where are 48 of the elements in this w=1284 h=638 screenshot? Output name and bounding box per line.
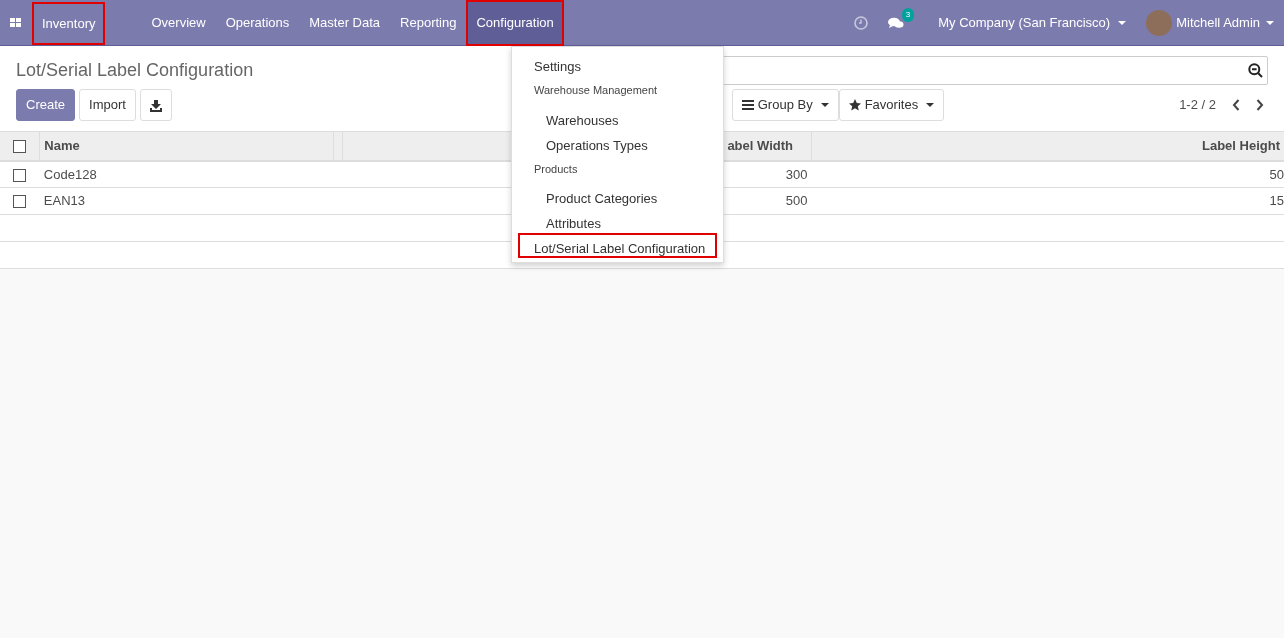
menu-item[interactable]: Lot/Serial Label Configuration: [518, 233, 717, 258]
table-cell: 15: [1269, 193, 1284, 209]
pager-range: 1-2 / 2: [1179, 96, 1216, 114]
download-button[interactable]: [139, 89, 172, 121]
column-header[interactable]: Name: [44, 137, 80, 153]
table-cell: EAN13: [43, 193, 86, 209]
menu-item[interactable]: Warehouses: [518, 104, 717, 130]
row-checkbox[interactable]: [13, 195, 27, 209]
table-cell: 300: [785, 166, 808, 182]
search-icon[interactable]: [1248, 63, 1263, 78]
message-count-badge: 3: [901, 7, 915, 22]
nav-menu-item[interactable]: Reporting: [390, 0, 467, 46]
nav-menu-item[interactable]: Configuration: [466, 0, 564, 46]
nav-menu-item[interactable]: Overview: [141, 0, 216, 46]
nav-menu-item[interactable]: Master Data: [299, 0, 391, 46]
previous-icon[interactable]: [1232, 98, 1240, 111]
list-icon: [741, 99, 754, 110]
column-header[interactable]: abel Width: [727, 137, 793, 153]
download-icon: [149, 99, 162, 112]
import-button[interactable]: Import: [79, 89, 136, 121]
caret-icon: [1118, 20, 1127, 25]
menu-item[interactable]: Operations Types: [518, 129, 717, 155]
menu-item[interactable]: Product Categories: [518, 183, 717, 208]
favorites-button[interactable]: Favorites: [838, 89, 945, 121]
group-by-button[interactable]: Group By: [731, 89, 839, 121]
column-header[interactable]: Label Height: [1202, 137, 1280, 153]
menu-item[interactable]: Settings: [518, 51, 717, 76]
user-menu[interactable]: Mitchell Admin: [1136, 0, 1260, 46]
app-name[interactable]: Inventory: [32, 2, 106, 45]
next-icon[interactable]: [1256, 98, 1264, 111]
menu-item[interactable]: Attributes: [518, 208, 717, 233]
user-avatar: [1146, 9, 1173, 36]
nav-menu-item[interactable]: Operations: [215, 0, 300, 46]
chat-icon[interactable]: [888, 16, 905, 30]
page-title: Lot/Serial Label Configuration: [16, 59, 254, 82]
user-name: Mitchell Admin: [1176, 13, 1260, 32]
create-button[interactable]: Create: [16, 89, 76, 121]
caret-icon: [926, 102, 935, 107]
row-checkbox[interactable]: [13, 168, 27, 182]
table-cell: 500: [785, 193, 808, 209]
caret-icon: [820, 102, 829, 107]
table-cell: Code128: [43, 166, 97, 182]
menu-section-header: Products: [533, 161, 579, 177]
company-switcher[interactable]: My Company (San Francisco): [928, 0, 1137, 46]
select-all-checkbox[interactable]: [13, 139, 27, 153]
star-icon: [848, 98, 861, 111]
table-cell: 50: [1269, 166, 1284, 182]
menu-section-header: Warehouse Management: [533, 83, 659, 98]
